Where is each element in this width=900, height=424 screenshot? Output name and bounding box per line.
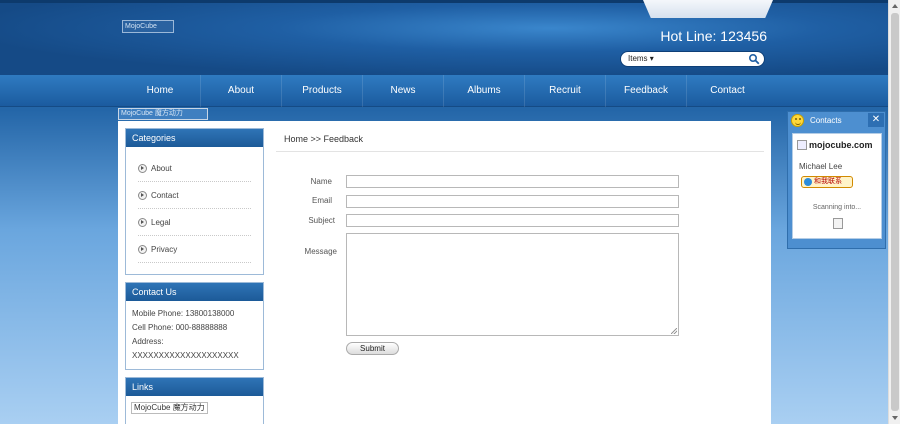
address-value: XXXXXXXXXXXXXXXXXXXX <box>132 351 239 360</box>
arrow-bullet-icon <box>138 190 147 200</box>
scanning-text: Scanning into... <box>812 204 862 211</box>
nav-about[interactable]: About <box>201 75 282 107</box>
search-category-select[interactable]: Items ▾ <box>628 54 654 63</box>
close-icon[interactable]: ✕ <box>868 113 884 127</box>
name-field[interactable] <box>346 175 679 188</box>
email-label: Email <box>311 196 332 205</box>
page-scrollbar[interactable] <box>888 0 900 424</box>
cell-phone: Cell Phone: 000-88888888 <box>132 323 228 332</box>
widget-logo-text: mojocube.com <box>809 140 873 150</box>
arrow-bullet-icon <box>138 217 147 227</box>
nav-products[interactable]: Products <box>282 75 363 107</box>
category-item-contact[interactable]: Contact <box>138 182 251 209</box>
nav-contact[interactable]: Contact <box>687 75 768 107</box>
links-title: Links <box>126 378 263 396</box>
contact-me-button[interactable]: 和我联系 <box>801 176 853 188</box>
message-textarea[interactable] <box>346 233 679 336</box>
arrow-bullet-icon <box>138 163 147 173</box>
links-panel: Links MojoCube 魔方动力 <box>125 377 264 424</box>
subject-label: Subject <box>308 216 335 225</box>
banner-image: MojoCube 魔方动力 <box>118 108 208 120</box>
category-label: Privacy <box>151 244 178 254</box>
categories-title: Categories <box>126 129 263 147</box>
smiley-icon <box>791 114 804 127</box>
main-nav: Home About Products News Albums Recruit … <box>0 75 888 107</box>
nav-albums[interactable]: Albums <box>444 75 525 107</box>
nav-news[interactable]: News <box>363 75 444 107</box>
widget-title: Contacts <box>810 116 842 125</box>
site-logo[interactable]: MojoCube <box>122 20 174 33</box>
qr-image-icon <box>833 218 843 229</box>
resize-handle-icon[interactable] <box>671 328 677 334</box>
divider <box>276 151 764 152</box>
message-label: Message <box>304 247 337 256</box>
search-box[interactable]: Items ▾ <box>620 51 765 67</box>
nav-home[interactable]: Home <box>120 75 201 107</box>
contact-us-title: Contact Us <box>126 283 263 301</box>
scroll-up-icon[interactable] <box>892 4 898 8</box>
mobile-phone: Mobile Phone: 13800138000 <box>132 309 235 318</box>
breadcrumb: Home >> Feedback <box>284 134 364 144</box>
scroll-down-icon[interactable] <box>892 416 898 420</box>
category-item-privacy[interactable]: Privacy <box>138 236 251 263</box>
category-label: About <box>151 163 172 173</box>
widget-logo: mojocube.com <box>797 140 873 150</box>
hotline-text: Hot Line: 123456 <box>660 28 767 44</box>
email-field[interactable] <box>346 195 679 208</box>
nav-recruit[interactable]: Recruit <box>525 75 606 107</box>
category-label: Contact <box>151 190 179 200</box>
contacts-widget: Contacts ✕ mojocube.com Michael Lee 和我联系… <box>787 111 886 249</box>
category-label: Legal <box>151 217 171 227</box>
main-content: Categories About Contact Legal Privacy C… <box>118 121 771 424</box>
subject-field[interactable] <box>346 214 679 227</box>
widget-body: mojocube.com Michael Lee 和我联系 Scanning i… <box>792 133 882 239</box>
header-tab <box>643 0 773 18</box>
contact-person: Michael Lee <box>799 162 843 171</box>
categories-panel: Categories About Contact Legal Privacy <box>125 128 264 275</box>
address-label: Address: <box>132 337 164 346</box>
submit-button[interactable]: Submit <box>346 342 399 355</box>
search-icon[interactable] <box>748 53 760 65</box>
link-mojocube[interactable]: MojoCube 魔方动力 <box>131 402 208 414</box>
nav-feedback[interactable]: Feedback <box>606 75 687 107</box>
category-item-legal[interactable]: Legal <box>138 209 251 236</box>
arrow-bullet-icon <box>138 244 147 254</box>
contact-us-panel: Contact Us Mobile Phone: 13800138000 Cel… <box>125 282 264 370</box>
name-label: Name <box>310 177 332 186</box>
broken-image-icon <box>797 140 807 150</box>
category-item-about[interactable]: About <box>138 155 251 182</box>
scroll-thumb[interactable] <box>891 13 899 411</box>
site-header: MojoCube Hot Line: 123456 Items ▾ <box>0 0 888 75</box>
